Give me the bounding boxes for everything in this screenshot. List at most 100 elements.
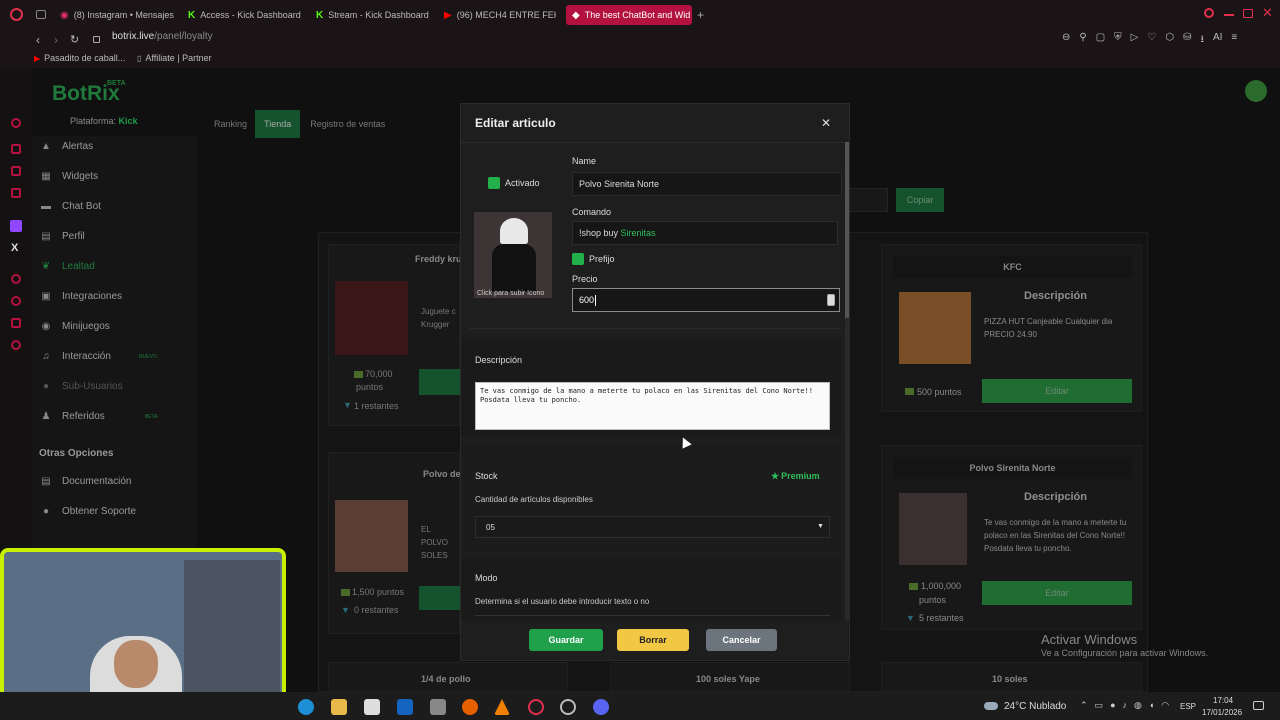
sidebar-item-minijuegos[interactable]: ◉ Minijuegos <box>40 321 110 332</box>
card-points: 1,500 puntos <box>352 587 405 597</box>
sidebar-item-chatbot[interactable]: ▬ Chat Bot <box>40 201 101 212</box>
sidebar-item-soporte[interactable]: ● Obtener Soporte <box>40 506 136 517</box>
tab-kick-access[interactable]: K Access - Kick Dashboard <box>188 5 308 25</box>
browser-search-icon[interactable] <box>1204 8 1214 18</box>
edit-button[interactable]: Editar <box>982 581 1132 605</box>
sidebar-item-referidos[interactable]: ♟ Referidos BETA <box>40 411 158 422</box>
workspaces-icon[interactable] <box>36 10 46 19</box>
bookmark-item[interactable]: ▶ Pasadito de caball... <box>34 53 125 63</box>
clock-date[interactable]: 17/01/2026 <box>1202 708 1242 717</box>
file-explorer-icon[interactable] <box>331 699 347 715</box>
sidebar-item-documentacion[interactable]: ▤ Documentación <box>40 476 131 487</box>
language-indicator[interactable]: ESP <box>1180 702 1196 711</box>
save-button[interactable]: Guardar <box>529 629 603 651</box>
zoom-icon[interactable]: ⊖ <box>1062 32 1070 49</box>
edit-button[interactable] <box>419 586 461 610</box>
browser-logo-icon[interactable] <box>10 8 23 21</box>
cube-icon[interactable] <box>11 318 21 328</box>
bag-icon[interactable] <box>11 144 21 154</box>
ai-icon[interactable]: AI <box>1213 32 1222 49</box>
maximize-icon[interactable] <box>1243 9 1253 18</box>
notifications-icon[interactable] <box>1253 701 1264 710</box>
outlook-icon[interactable] <box>397 699 413 715</box>
tab-kick-stream[interactable]: K Stream - Kick Dashboard <box>316 5 436 25</box>
tab-youtube[interactable]: ▶ (96) MECH4 ENTRE FEKA <box>444 5 556 25</box>
wifi-icon[interactable]: ◠ <box>1161 700 1169 711</box>
pin-icon[interactable]: ⚲ <box>1079 32 1086 49</box>
screenshot-icon[interactable]: ▢ <box>1096 32 1105 49</box>
delete-button[interactable]: Borrar <box>617 629 689 651</box>
play-icon[interactable]: ▷ <box>1131 32 1139 49</box>
shield-icon[interactable]: ⛨ <box>1114 32 1122 49</box>
discord-icon[interactable] <box>593 699 609 715</box>
sidebar-item-interaccion[interactable]: ♫ Interacción NUEVO <box>40 351 156 362</box>
history-icon[interactable] <box>11 118 21 128</box>
heart-icon[interactable]: ♡ <box>1147 32 1156 49</box>
edge-icon[interactable] <box>298 699 314 715</box>
sidebar-item-subusuarios[interactable]: ● Sub-Usuarios <box>40 381 123 392</box>
sidebar-item-integraciones[interactable]: ▣ Integraciones <box>40 291 122 302</box>
opera-gx-icon[interactable] <box>528 699 544 715</box>
minimize-icon[interactable] <box>1224 14 1234 16</box>
chevron-up-icon[interactable]: ⌃ <box>1080 700 1088 711</box>
modal-scrollbar[interactable] <box>845 142 849 620</box>
app-icon[interactable] <box>430 699 446 715</box>
description-textarea[interactable]: Te vas conmigo de la mano a meterte tu p… <box>475 382 830 430</box>
sidebar-item-perfil[interactable]: ▤ Perfil <box>40 231 85 242</box>
speaker-icon[interactable]: ♪ <box>1123 700 1128 711</box>
stock-select[interactable]: 05 <box>475 516 830 538</box>
tab-instagram[interactable]: ◉ (8) Instagram • Mensajes <box>60 5 180 25</box>
sidebar-item-widgets[interactable]: ▦ Widgets <box>40 171 98 182</box>
extensions-icon[interactable]: ⬡ <box>1165 32 1174 49</box>
mode-select[interactable] <box>475 615 830 621</box>
close-window-icon[interactable]: ✕ <box>1262 5 1273 21</box>
tab-registro-ventas[interactable]: Registro de ventas <box>300 110 395 138</box>
name-input[interactable]: Polvo Sirenita Norte <box>572 172 842 196</box>
bookmark-item[interactable]: ▯ Affiliate | Partner <box>137 53 212 63</box>
tab-ranking[interactable]: Ranking <box>206 110 255 138</box>
obs-icon[interactable] <box>560 699 576 715</box>
sidebar-item-alertas[interactable]: ▲ Alertas <box>40 141 93 152</box>
item-icon-upload[interactable] <box>474 212 552 298</box>
instagram-side-icon[interactable] <box>11 188 21 198</box>
tab-botrix[interactable]: ◆ The best ChatBot and Wid <box>566 5 692 25</box>
item-image <box>335 281 408 355</box>
clock-icon[interactable] <box>11 296 21 306</box>
active-checkbox[interactable] <box>488 177 500 189</box>
edit-button[interactable] <box>419 369 461 395</box>
forward-icon[interactable]: › <box>54 33 58 47</box>
edit-button[interactable]: Editar <box>982 379 1132 403</box>
active-label: Activado <box>505 178 540 188</box>
download-icon[interactable]: ⭳ <box>1200 32 1204 49</box>
mic-icon[interactable]: ● <box>1110 700 1115 711</box>
user-avatar[interactable] <box>1245 80 1267 102</box>
close-icon[interactable]: ✕ <box>821 116 831 130</box>
url-field[interactable]: botrix.live/panel/loyalty <box>112 31 213 42</box>
webcam-face <box>114 640 158 688</box>
battery-icon[interactable]: ▭ <box>1095 700 1104 711</box>
network-icon[interactable]: ◍ <box>1134 700 1142 711</box>
settings-icon[interactable] <box>11 340 21 350</box>
twitch-icon[interactable] <box>10 220 22 232</box>
wallet-icon[interactable]: ⛁ <box>1183 32 1191 49</box>
player-icon[interactable] <box>11 274 21 284</box>
cancel-button[interactable]: Cancelar <box>706 629 777 651</box>
prefix-checkbox[interactable] <box>572 253 584 265</box>
store-icon[interactable] <box>364 699 380 715</box>
weather-label[interactable]: 24°C Nublado <box>1004 701 1066 712</box>
command-input[interactable]: !shop buy Sirenitas <box>572 221 838 245</box>
new-tab-button[interactable]: + <box>697 8 704 22</box>
back-icon[interactable]: ‹ <box>36 33 40 47</box>
clock-time[interactable]: 17:04 <box>1213 696 1233 705</box>
menu-icon[interactable]: ≡ <box>1231 32 1237 49</box>
x-icon[interactable]: X <box>11 242 18 254</box>
price-input[interactable]: 600 <box>572 288 840 312</box>
firefox-icon[interactable] <box>462 699 478 715</box>
tab-tienda[interactable]: Tienda <box>255 110 301 138</box>
price-stepper[interactable] <box>827 294 835 306</box>
sidebar-item-lealtad[interactable]: ❦ Lealtad <box>40 261 95 272</box>
messenger-icon[interactable] <box>11 166 21 176</box>
reload-icon[interactable]: ↻ <box>70 33 79 46</box>
copy-button[interactable]: Copiar <box>896 188 944 212</box>
volume-icon[interactable]: ◖ <box>1149 700 1154 711</box>
